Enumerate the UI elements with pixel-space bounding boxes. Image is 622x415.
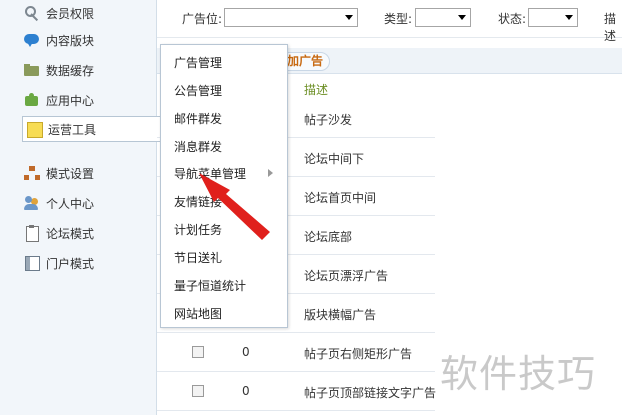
watermark-text: 软件技巧 [440, 352, 597, 396]
